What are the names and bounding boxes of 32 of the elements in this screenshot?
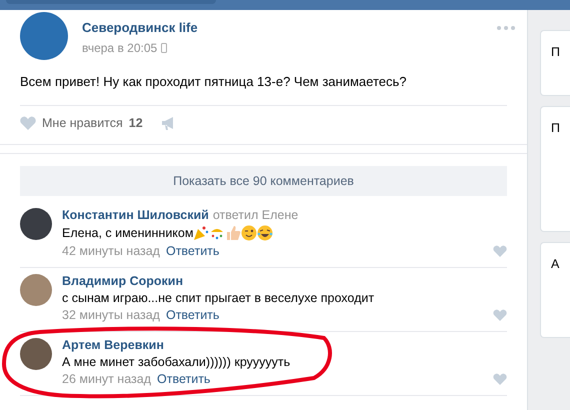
reply-link[interactable]: Ответить: [166, 308, 220, 322]
commenter-name[interactable]: Артем Веревкин: [62, 338, 164, 352]
post-text: Всем привет! Ну как проходит пятница 13-е? Чем занимаетесь?: [20, 74, 507, 106]
reply-to-label: ответил Елене: [212, 208, 298, 222]
heart-icon[interactable]: [493, 373, 507, 385]
reply-link[interactable]: Ответить: [166, 244, 220, 258]
comment-text: с сынам играю...не спит прыгает в веселухе проходит: [62, 291, 374, 305]
heart-icon[interactable]: [20, 116, 36, 130]
sidebar-card[interactable]: П: [540, 106, 570, 232]
phone-icon: [161, 43, 168, 53]
show-all-comments-button[interactable]: Показать все 90 комментариев: [20, 166, 507, 196]
heart-icon[interactable]: [493, 309, 507, 321]
reply-link[interactable]: Ответить: [157, 372, 210, 386]
community-name[interactable]: Северодвинск life: [82, 20, 198, 35]
heart-icon[interactable]: [493, 245, 507, 257]
more-icon[interactable]: [497, 26, 515, 30]
community-avatar[interactable]: [20, 12, 68, 60]
comment-text: А мне минет забобахали)))))) круууууть: [62, 355, 290, 369]
megaphone-icon[interactable]: [160, 116, 175, 130]
commenter-name[interactable]: Владимир Сорокин: [62, 274, 184, 288]
winking-face-icon: [241, 225, 258, 241]
thumbs-up-icon: [225, 225, 242, 241]
like-label[interactable]: Мне нравится: [42, 116, 123, 130]
sidebar-card[interactable]: П: [540, 30, 570, 96]
laughing-face-icon: [257, 225, 274, 241]
user-avatar[interactable]: [20, 208, 52, 240]
commenter-name[interactable]: Константин Шиловский: [62, 208, 209, 222]
comment-text: Елена, с именинником: [62, 226, 194, 240]
like-count: 12: [128, 116, 143, 130]
party-popper-icon: [193, 225, 210, 241]
user-avatar[interactable]: [20, 338, 52, 370]
sidebar-card[interactable]: А: [540, 242, 570, 338]
